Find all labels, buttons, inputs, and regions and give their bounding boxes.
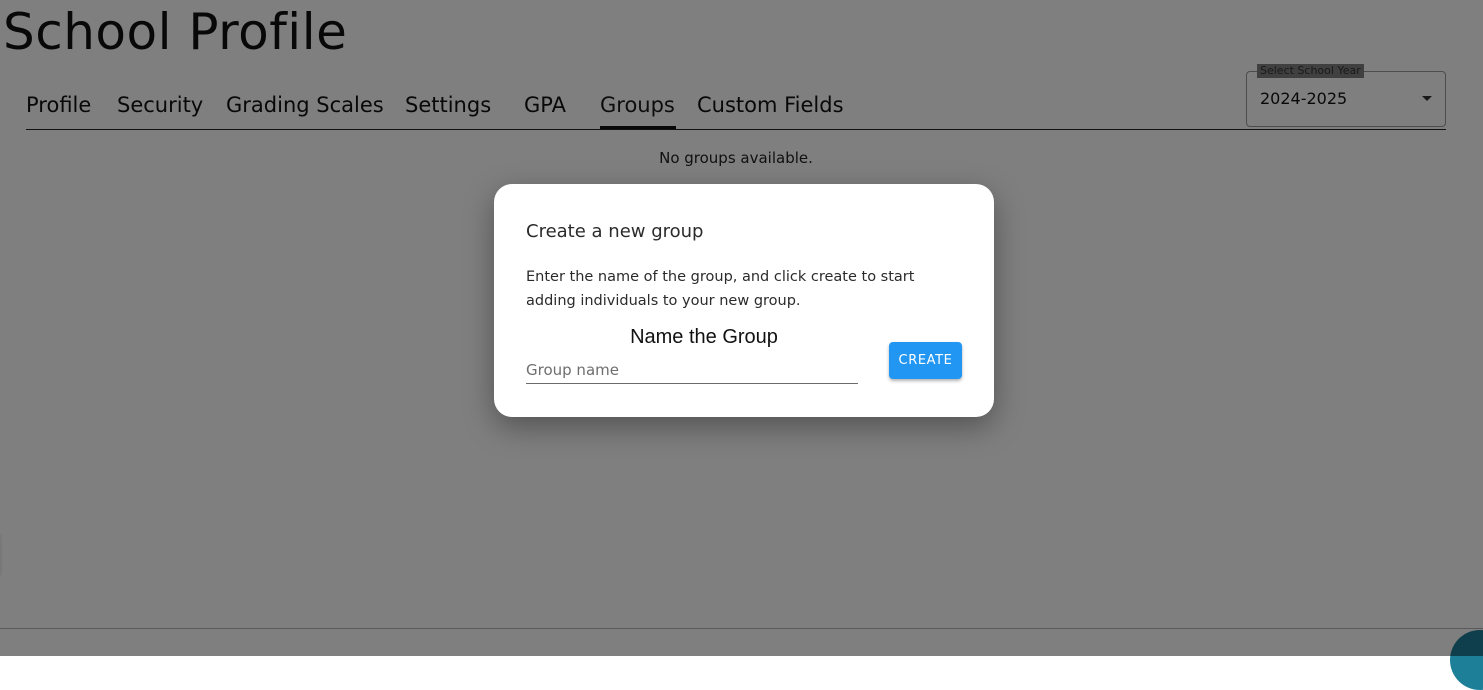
create-button[interactable]: CREATE: [889, 342, 962, 379]
group-name-heading: Name the Group: [630, 326, 778, 348]
dialog-description: Enter the name of the group, and click c…: [526, 269, 915, 309]
group-name-input[interactable]: [526, 357, 858, 384]
dialog-title: Create a new group: [526, 221, 704, 242]
create-group-dialog: Create a new group Enter the name of the…: [494, 184, 994, 417]
